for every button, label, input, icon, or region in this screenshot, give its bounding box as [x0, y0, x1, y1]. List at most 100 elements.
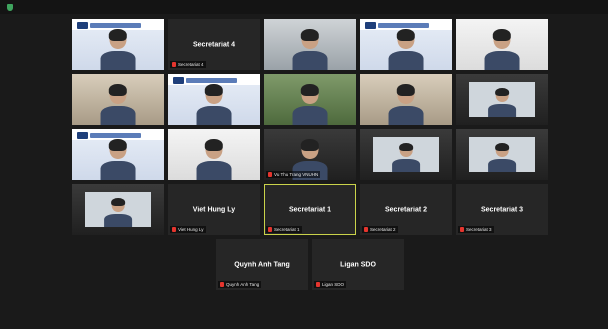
- mic-muted-icon: [220, 282, 224, 287]
- participant-figure: [292, 83, 328, 125]
- participant-figure: [392, 142, 420, 172]
- participant-tile[interactable]: Viet Hung Ly Viet Hung Ly: [168, 184, 260, 235]
- participant-name-tag: Vu Thu Trang VNUHN: [266, 171, 321, 178]
- participant-name-tag: Viet Hung Ly: [170, 226, 206, 233]
- mic-muted-icon: [460, 227, 464, 232]
- participant-hair: [111, 197, 125, 207]
- participant-tile[interactable]: [360, 129, 452, 180]
- participant-figure: [104, 197, 132, 227]
- participant-video: [168, 129, 260, 180]
- mic-muted-icon: [268, 227, 272, 232]
- participant-name: Secretariat 2: [370, 227, 396, 232]
- participant-figure: [488, 87, 516, 117]
- participant-body: [196, 160, 232, 180]
- participant-hair: [493, 28, 511, 41]
- participant-tile[interactable]: [72, 129, 164, 180]
- participant-hair: [109, 83, 127, 96]
- participant-video: [360, 129, 452, 180]
- participant-figure: [388, 83, 424, 125]
- participant-tile[interactable]: Vu Thu Trang VNUHN: [264, 129, 356, 180]
- participant-body: [388, 105, 424, 125]
- participant-video: [72, 184, 164, 235]
- participant-tile[interactable]: Secretariat 1 Secretariat 1: [264, 184, 356, 235]
- participant-body: [100, 50, 136, 70]
- participant-hair: [495, 142, 509, 152]
- participant-video: [72, 74, 164, 125]
- meeting-info[interactable]: [7, 2, 17, 12]
- participant-hair: [301, 83, 319, 96]
- participant-tile[interactable]: [264, 19, 356, 70]
- participant-hair: [399, 142, 413, 152]
- participant-tile[interactable]: Secretariat 4 Secretariat 4: [168, 19, 260, 70]
- meeting-title-bar: [0, 0, 608, 14]
- participant-body: [100, 105, 136, 125]
- mic-muted-icon: [172, 227, 176, 232]
- participant-figure: [100, 138, 136, 180]
- participant-hair: [397, 28, 415, 41]
- participant-tile[interactable]: Secretariat 3 Secretariat 3: [456, 184, 548, 235]
- participant-name-tag: Secretariat 1: [266, 226, 302, 233]
- participant-video: [360, 74, 452, 125]
- participant-body: [196, 105, 232, 125]
- participant-hair: [205, 83, 223, 96]
- participant-display-name: Secretariat 3: [480, 206, 524, 213]
- participant-video: [456, 19, 548, 70]
- participant-name: Vu Thu Trang VNUHN: [274, 172, 319, 177]
- participant-name-tag: Secretariat 4: [170, 61, 206, 68]
- participant-name-tag: Ligan SDO: [314, 281, 347, 288]
- participant-figure: [100, 83, 136, 125]
- organization-logo: [76, 21, 88, 29]
- video-inset: [468, 137, 536, 172]
- participant-tile[interactable]: [264, 74, 356, 125]
- participant-body: [100, 160, 136, 180]
- participant-display-name: Viet Hung Ly: [192, 206, 236, 213]
- mic-muted-icon: [172, 62, 176, 67]
- participant-video: [264, 19, 356, 70]
- participant-tile[interactable]: [72, 19, 164, 70]
- participant-hair: [397, 83, 415, 96]
- participant-tile[interactable]: [456, 19, 548, 70]
- banner-text: [90, 22, 141, 28]
- video-inset: [372, 137, 440, 172]
- participant-video: [72, 129, 164, 180]
- participant-tile[interactable]: [72, 184, 164, 235]
- participant-figure: [196, 83, 232, 125]
- participant-body: [292, 50, 328, 70]
- participant-display-name: Secretariat 1: [288, 206, 332, 213]
- participant-hair: [109, 28, 127, 41]
- banner-text: [90, 132, 141, 138]
- participant-name: Secretariat 3: [466, 227, 492, 232]
- participant-video: [168, 74, 260, 125]
- participant-figure: [196, 138, 232, 180]
- participant-tile[interactable]: Quynh Anh Tang Quynh Anh Tang: [216, 239, 308, 290]
- participant-tile[interactable]: [360, 74, 452, 125]
- participant-hair: [495, 87, 509, 97]
- participant-body: [392, 158, 420, 172]
- participant-display-name: Quynh Anh Tang: [234, 261, 290, 268]
- participant-tile[interactable]: [72, 74, 164, 125]
- video-inset: [84, 192, 152, 227]
- organization-logo: [364, 21, 376, 29]
- participant-tile[interactable]: [360, 19, 452, 70]
- participant-video: [456, 129, 548, 180]
- participant-hair: [301, 138, 319, 151]
- video-inset: [468, 82, 536, 117]
- participant-tile[interactable]: [456, 129, 548, 180]
- participant-display-name: Secretariat 2: [384, 206, 428, 213]
- participant-name: Secretariat 1: [274, 227, 300, 232]
- participant-video: [72, 19, 164, 70]
- participant-video: [360, 19, 452, 70]
- participant-tile[interactable]: Ligan SDO Ligan SDO: [312, 239, 404, 290]
- participant-name-tag: Secretariat 3: [458, 226, 494, 233]
- participant-tile[interactable]: [456, 74, 548, 125]
- participant-name: Viet Hung Ly: [178, 227, 204, 232]
- participant-name-tag: Quynh Anh Tang: [218, 281, 262, 288]
- participant-tile[interactable]: [168, 74, 260, 125]
- participant-body: [388, 50, 424, 70]
- participant-tile[interactable]: Secretariat 2 Secretariat 2: [360, 184, 452, 235]
- participant-body: [104, 213, 132, 227]
- participant-figure: [484, 28, 520, 70]
- shield-icon: [7, 3, 13, 11]
- participant-tile[interactable]: [168, 129, 260, 180]
- participant-hair: [109, 138, 127, 151]
